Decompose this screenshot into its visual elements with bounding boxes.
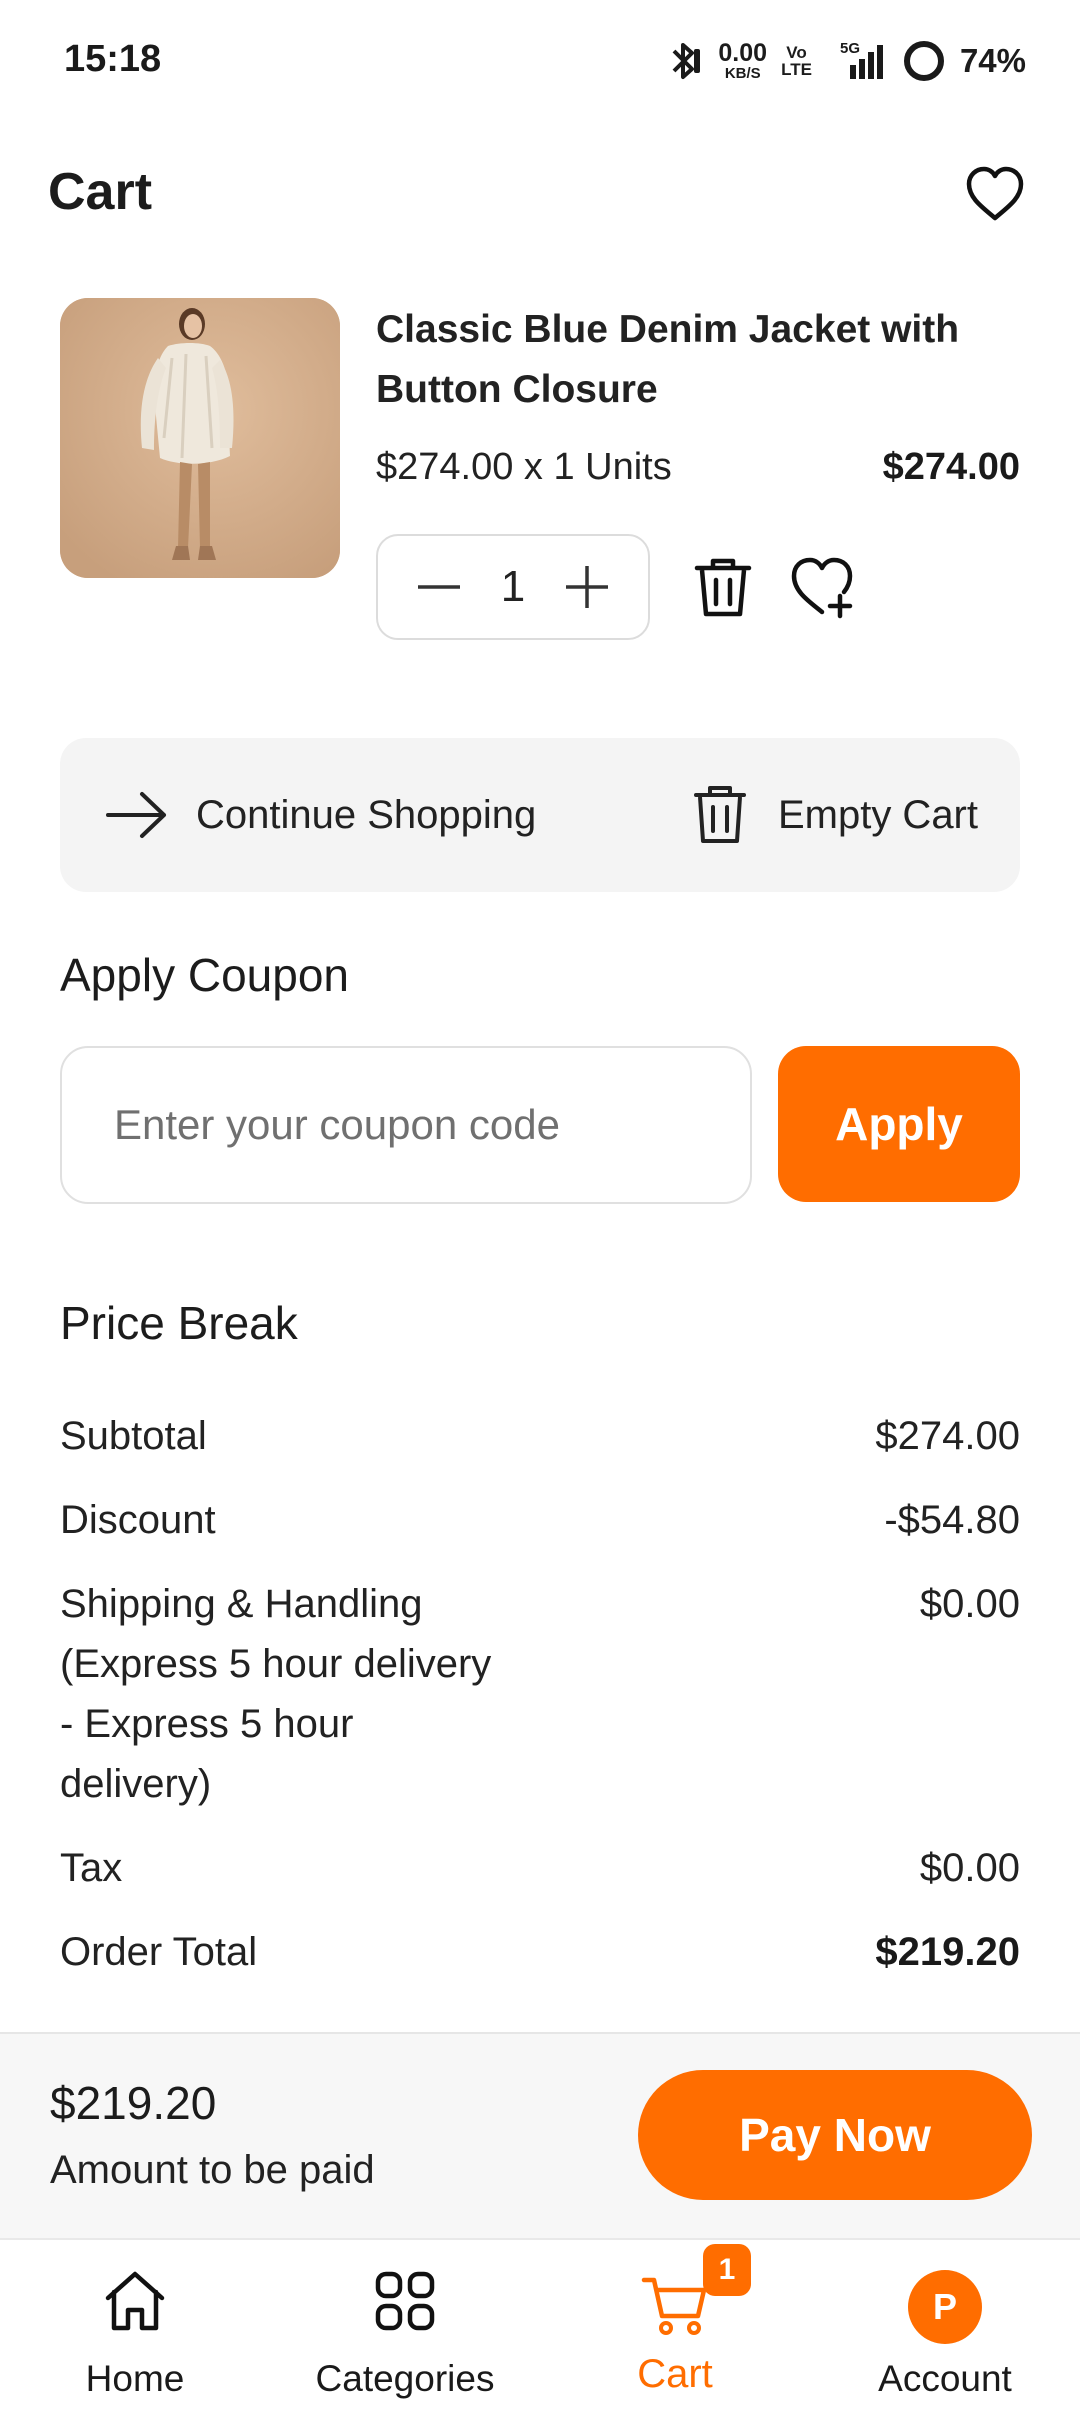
heart-icon (966, 166, 1024, 221)
battery-percent: 74% (959, 42, 1026, 79)
checkout-bar: $219.20 Amount to be paid Pay Now (0, 2032, 1080, 2238)
pay-now-button[interactable]: Pay Now (638, 2070, 1032, 2200)
price-value: -$54.80 (884, 1498, 1020, 1542)
price-row-tax: Tax $0.00 (60, 1838, 1020, 1898)
heart-plus-icon (791, 557, 853, 619)
product-name[interactable]: Classic Blue Denim Jacket with Button Cl… (376, 300, 1036, 420)
status-icons: 0.00 KB/S Vo LTE 5G 74% (664, 36, 1026, 86)
network-speed: 0.00 KB/S (718, 39, 768, 82)
network-speed-unit: KB/S (724, 65, 761, 82)
line-total: $274.00 (882, 446, 1020, 488)
cart-count-badge: 1 (703, 2244, 751, 2296)
empty-cart-button[interactable]: Empty Cart (692, 738, 978, 892)
price-label: Subtotal (60, 1414, 207, 1458)
cart-icon (641, 2277, 707, 2335)
apply-coupon-button[interactable]: Apply (778, 1046, 1020, 1202)
continue-shopping-button[interactable]: Continue Shopping (106, 738, 536, 892)
quantity-value: 1 (500, 562, 526, 611)
unit-price: $274.00 x 1 Units (376, 446, 672, 488)
nav-label: Categories (315, 2358, 495, 2399)
arrow-right-icon (106, 792, 166, 838)
signal-icon: 5G (840, 40, 883, 79)
nav-item-cart[interactable]: 1 Cart (540, 2240, 810, 2412)
nav-label: Cart (637, 2352, 713, 2396)
status-bar: 15:18 0.00 KB/S Vo LTE 5G 74% (0, 0, 1080, 124)
trash-icon (693, 786, 746, 843)
volte-bottom: LTE (781, 60, 812, 79)
price-label: Order Total (60, 1930, 258, 1974)
add-to-wishlist-button[interactable] (788, 552, 860, 622)
page-title: Cart (48, 163, 153, 221)
home-icon (105, 2271, 165, 2331)
coupon-input[interactable] (60, 1046, 752, 1204)
volte-indicator: Vo LTE (781, 44, 812, 78)
plus-icon[interactable] (564, 564, 610, 610)
cart-actions-bar: Continue Shopping Empty Cart (60, 738, 1020, 892)
nav-item-home[interactable]: Home (0, 2240, 270, 2412)
price-label: Discount (60, 1498, 216, 1542)
product-photo (60, 298, 340, 578)
nav-label: Account (878, 2358, 1012, 2399)
product-image[interactable] (60, 298, 340, 578)
avatar: P (908, 2270, 982, 2344)
wishlist-button[interactable] (962, 162, 1028, 228)
battery-ring-icon (903, 41, 944, 81)
price-value: $274.00 (875, 1414, 1020, 1458)
network-type: 5G (840, 40, 860, 57)
remove-item-button[interactable] (688, 552, 758, 622)
price-value: $0.00 (919, 1582, 1020, 1626)
price-row-shipping: Shipping & Handling (Express 5 hour deli… (60, 1574, 1020, 1814)
status-time: 15:18 (64, 38, 162, 80)
nav-label: Home (85, 2358, 185, 2399)
price-break-heading: Price Break (60, 1297, 298, 1349)
bluetooth-icon (672, 43, 701, 79)
price-value: $0.00 (919, 1846, 1020, 1890)
nav-item-account[interactable]: P Account (810, 2240, 1080, 2412)
coupon-heading: Apply Coupon (60, 949, 349, 1001)
quantity-stepper: 1 (376, 534, 650, 640)
amount-to-pay: $219.20 (50, 2077, 217, 2129)
minus-icon[interactable] (416, 564, 462, 610)
amount-caption: Amount to be paid (50, 2148, 375, 2192)
price-row-order-total: Order Total $219.20 (60, 1922, 1020, 1982)
continue-shopping-label: Continue Shopping (196, 792, 537, 837)
price-row-subtotal: Subtotal $274.00 (60, 1406, 1020, 1466)
bottom-navigation: Home Categories 1 Cart P Account (0, 2238, 1080, 2412)
price-label: Shipping & Handling (Express 5 hour deli… (60, 1582, 492, 1806)
empty-cart-label: Empty Cart (777, 792, 978, 837)
trash-icon (694, 558, 752, 617)
network-speed-value: 0.00 (718, 39, 768, 67)
price-value: $219.20 (875, 1930, 1020, 1974)
nav-item-categories[interactable]: Categories (270, 2240, 540, 2412)
price-label: Tax (60, 1846, 123, 1890)
price-row-discount: Discount -$54.80 (60, 1490, 1020, 1550)
grid-icon (375, 2271, 435, 2331)
volte-top: Vo (786, 43, 807, 62)
